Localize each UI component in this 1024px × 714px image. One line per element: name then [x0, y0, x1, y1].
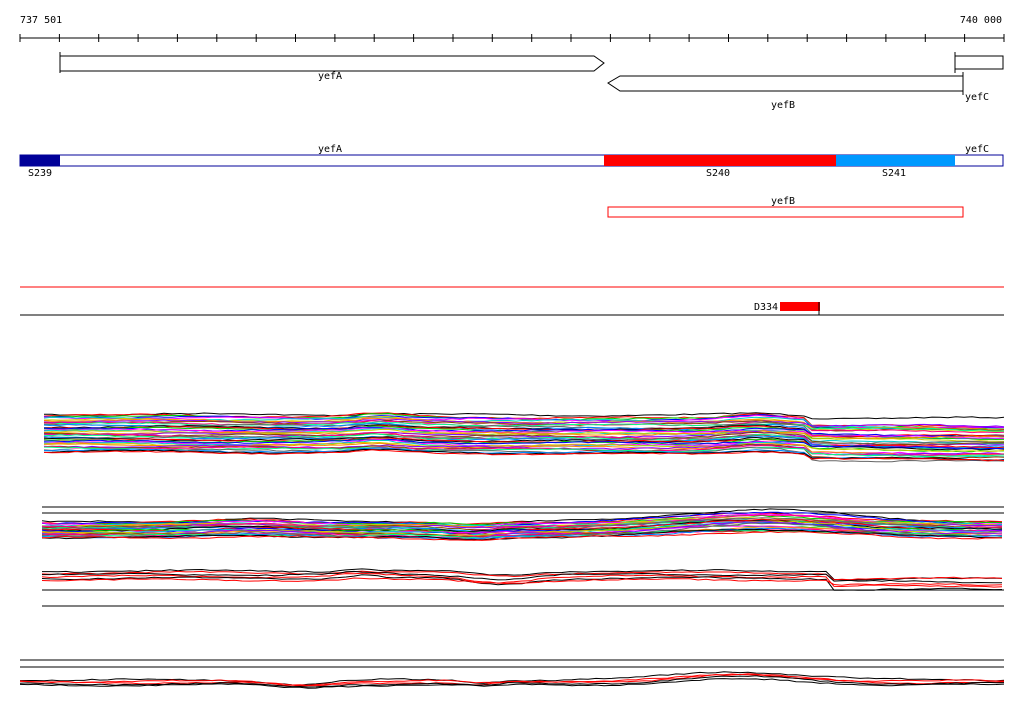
segment-row2-yefB[interactable]: [607, 206, 964, 218]
profile-line: [41, 574, 1003, 591]
gene-arrow-yefC[interactable]: [954, 55, 1004, 70]
segment-label-S241: S241: [882, 168, 906, 179]
segment-S240[interactable]: [604, 155, 836, 166]
gene-track: yefA yefB yefC: [59, 52, 1004, 111]
ruler-start-label: 737 501: [20, 15, 62, 26]
feature-D334[interactable]: [780, 302, 820, 311]
gene-label-yefB: yefB: [771, 100, 795, 111]
profile-track-1: [43, 412, 1005, 463]
ruler-end-label: 740 000: [960, 15, 1002, 26]
gene-arrow-yefA[interactable]: [59, 55, 605, 72]
segment-label-S240: S240: [706, 168, 730, 179]
segment-label-S239: S239: [28, 168, 52, 179]
profile-track-3-lines: [41, 568, 1003, 591]
segment-S239[interactable]: [20, 155, 60, 166]
segment-top-label-yefC: yefC: [965, 144, 989, 155]
segment-track: yefA yefC S239 S240 S241 yefB: [19, 144, 1004, 218]
gene-label-yefA: yefA: [318, 71, 342, 82]
segment-top-label-yefA: yefA: [318, 144, 342, 155]
gene-arrow-yefB[interactable]: [607, 75, 964, 92]
profile-track-2-lines: [41, 508, 1003, 541]
gene-label-yefC: yefC: [965, 92, 989, 103]
profile-track-4-lines: [19, 671, 1005, 689]
profile-track-2: [41, 506, 1004, 541]
segment-S241[interactable]: [836, 155, 955, 166]
coordinate-ruler: 737 501 740 000: [19, 15, 1005, 42]
feature-label-D334: D334: [754, 302, 778, 313]
segment-row2-label-yefB: yefB: [771, 196, 795, 207]
profile-track-4: [19, 659, 1005, 689]
profile-track-3: [41, 568, 1004, 607]
feature-track: D334: [20, 286, 1004, 316]
genome-browser-canvas: 737 501 740 000 yefA yefB yefC yefA yefC…: [19, 15, 1005, 689]
